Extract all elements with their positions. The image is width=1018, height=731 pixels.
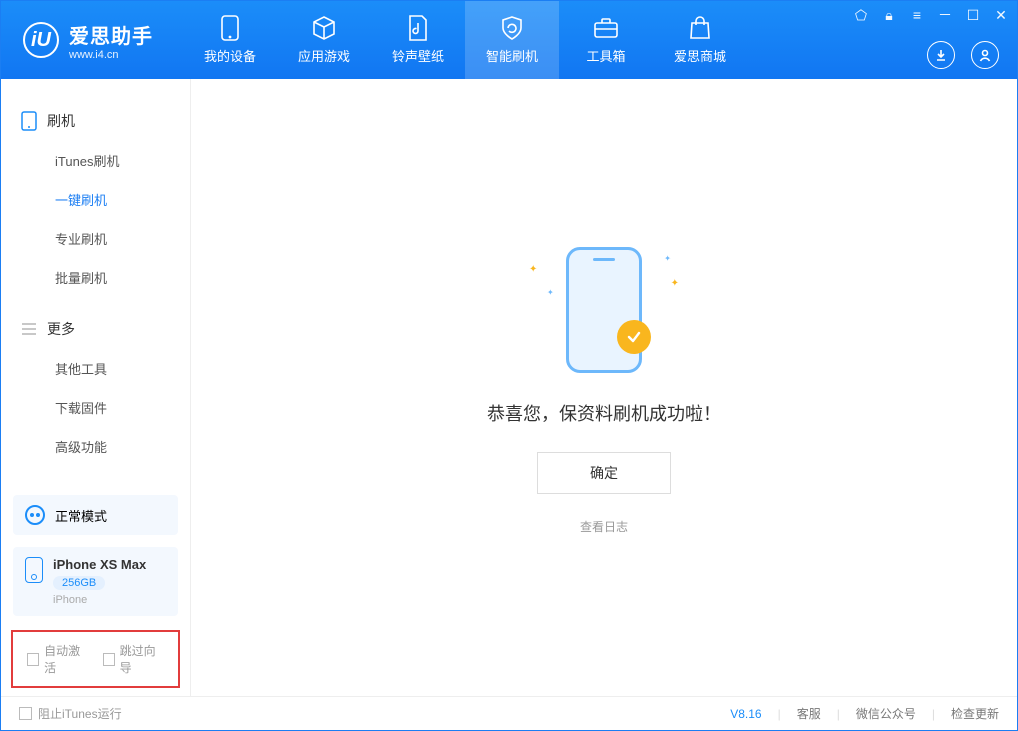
titlebar: iU 爱思助手 www.i4.cn 我的设备 应用游戏 铃声壁纸 智能刷机 <box>1 1 1017 79</box>
sidebar-item-batch-flash[interactable]: 批量刷机 <box>1 258 190 297</box>
nav-label: 铃声壁纸 <box>392 46 444 65</box>
sidebar-item-download-firmware[interactable]: 下载固件 <box>1 388 190 427</box>
minimize-button[interactable]: － <box>935 5 955 25</box>
statusbar: 阻止iTunes运行 V8.16 | 客服 | 微信公众号 | 检查更新 <box>1 696 1017 730</box>
sidebar-item-itunes-flash[interactable]: iTunes刷机 <box>1 141 190 180</box>
sparkle-icon: ✦ <box>664 254 671 263</box>
nav-smart-flash[interactable]: 智能刷机 <box>465 1 559 79</box>
window-controls: ⬠ 🔒︎ ≡ － ☐ ✕ <box>851 5 1011 25</box>
device-card[interactable]: iPhone XS Max 256GB iPhone <box>13 547 178 616</box>
main-content: ✦ ✦ ✦ ✦ 恭喜您，保资料刷机成功啦！ 确定 查看日志 <box>191 79 1017 696</box>
sparkle-icon: ✦ <box>529 264 537 275</box>
sparkle-icon: ✦ <box>671 278 679 289</box>
close-button[interactable]: ✕ <box>991 7 1011 24</box>
app-url: www.i4.cn <box>69 49 153 61</box>
maximize-button[interactable]: ☐ <box>963 7 983 24</box>
sidebar-item-oneclick-flash[interactable]: 一键刷机 <box>1 180 190 219</box>
sidebar-item-other-tools[interactable]: 其他工具 <box>1 349 190 388</box>
nav-label: 爱思商城 <box>674 46 726 65</box>
menu-icon[interactable]: ≡ <box>907 7 927 23</box>
link-support[interactable]: 客服 <box>797 705 821 722</box>
nav-label: 工具箱 <box>586 46 625 65</box>
device-type: iPhone <box>53 594 146 606</box>
sidebar-section-more: 更多 <box>1 309 190 349</box>
sidebar: 刷机 iTunes刷机 一键刷机 专业刷机 批量刷机 更多 其他工具 下载固件 … <box>1 79 191 696</box>
app-window: iU 爱思助手 www.i4.cn 我的设备 应用游戏 铃声壁纸 智能刷机 <box>0 0 1018 731</box>
mode-icon <box>25 505 45 525</box>
ok-button[interactable]: 确定 <box>537 452 671 494</box>
section-title: 更多 <box>47 319 75 339</box>
sidebar-item-advanced[interactable]: 高级功能 <box>1 427 190 466</box>
options-row: 自动激活 跳过向导 <box>11 630 180 688</box>
body: 刷机 iTunes刷机 一键刷机 专业刷机 批量刷机 更多 其他工具 下载固件 … <box>1 79 1017 696</box>
nav-toolbox[interactable]: 工具箱 <box>559 1 653 79</box>
phone-icon <box>21 111 37 131</box>
checkbox-label: 跳过向导 <box>120 642 164 676</box>
logo-icon: iU <box>23 22 59 58</box>
app-name: 爱思助手 <box>69 20 153 49</box>
version-label: V8.16 <box>730 707 761 721</box>
checkbox-label: 阻止iTunes运行 <box>38 705 122 722</box>
checkbox-block-itunes[interactable]: 阻止iTunes运行 <box>19 705 122 722</box>
download-button[interactable] <box>927 41 955 69</box>
briefcase-icon <box>593 16 619 40</box>
nav-ringtone-wallpaper[interactable]: 铃声壁纸 <box>371 1 465 79</box>
view-log-link[interactable]: 查看日志 <box>580 518 628 535</box>
checkmark-badge-icon <box>617 320 651 354</box>
shield-refresh-icon <box>500 16 524 40</box>
main-nav: 我的设备 应用游戏 铃声壁纸 智能刷机 工具箱 爱思商城 <box>183 1 747 79</box>
checkbox-skip-guide[interactable]: 跳过向导 <box>103 642 165 676</box>
device-capacity: 256GB <box>53 576 105 590</box>
cube-icon <box>311 16 337 40</box>
checkbox-auto-activate[interactable]: 自动激活 <box>27 642 89 676</box>
checkbox-label: 自动激活 <box>44 642 88 676</box>
success-illustration: ✦ ✦ ✦ ✦ <box>529 240 679 380</box>
lock-icon[interactable]: 🔒︎ <box>879 7 899 24</box>
phone-illust-icon <box>566 247 642 373</box>
link-check-update[interactable]: 检查更新 <box>951 705 999 722</box>
bag-icon <box>689 16 711 40</box>
phone-icon <box>221 16 239 40</box>
music-file-icon <box>407 16 429 40</box>
nav-label: 智能刷机 <box>486 46 538 65</box>
list-icon <box>21 322 37 336</box>
mode-label: 正常模式 <box>55 506 107 525</box>
section-title: 刷机 <box>47 111 75 131</box>
nav-label: 我的设备 <box>204 46 256 65</box>
nav-store[interactable]: 爱思商城 <box>653 1 747 79</box>
app-logo: iU 爱思助手 www.i4.cn <box>1 20 175 61</box>
user-button[interactable] <box>971 41 999 69</box>
sidebar-section-flash: 刷机 <box>1 101 190 141</box>
mode-card[interactable]: 正常模式 <box>13 495 178 535</box>
device-name: iPhone XS Max <box>53 557 146 572</box>
device-icon <box>25 557 43 583</box>
sidebar-item-pro-flash[interactable]: 专业刷机 <box>1 219 190 258</box>
tshirt-icon[interactable]: ⬠ <box>851 7 871 24</box>
nav-apps-games[interactable]: 应用游戏 <box>277 1 371 79</box>
success-message: 恭喜您，保资料刷机成功啦！ <box>487 400 721 426</box>
nav-label: 应用游戏 <box>298 46 350 65</box>
sparkle-icon: ✦ <box>547 288 554 297</box>
header-actions <box>927 41 999 69</box>
nav-my-device[interactable]: 我的设备 <box>183 1 277 79</box>
link-wechat[interactable]: 微信公众号 <box>856 705 916 722</box>
